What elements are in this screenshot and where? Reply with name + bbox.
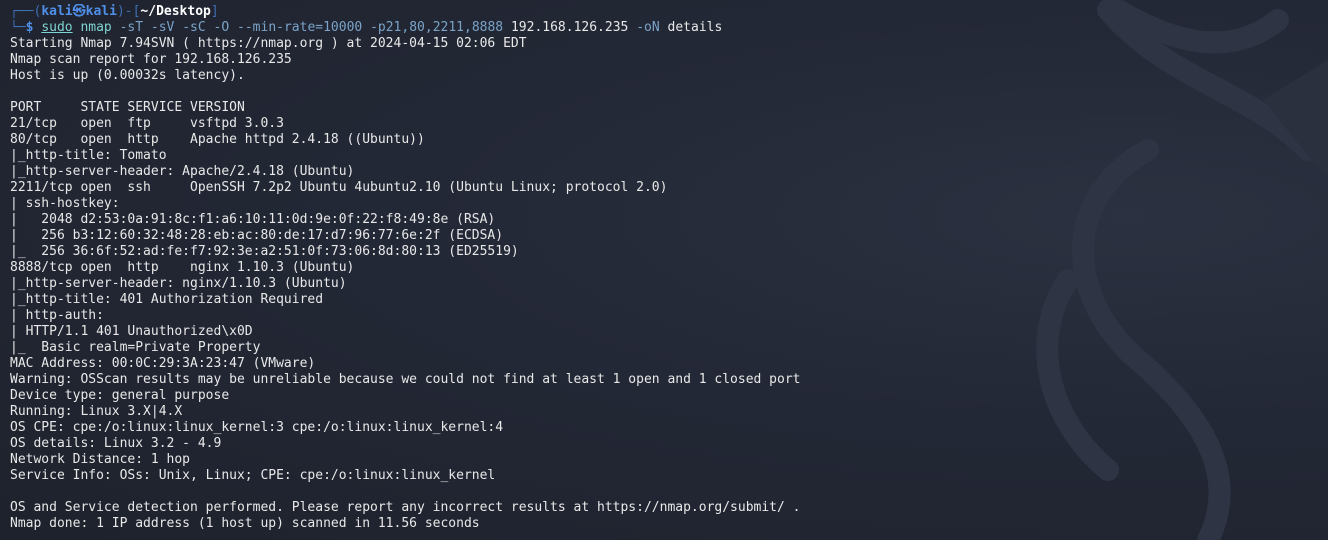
- output-line: |_ Basic realm=Private Property: [10, 340, 261, 355]
- output-line: | 256 b3:12:60:32:48:28:eb:ac:80:de:17:d…: [10, 228, 504, 243]
- prompt-frame-mid: )-[: [116, 4, 141, 19]
- command-option: -sC: [182, 20, 206, 35]
- output-line: 2211/tcp open ssh OpenSSH 7.2p2 Ubuntu 4…: [10, 180, 668, 195]
- output-line: | http-auth:: [10, 308, 112, 323]
- output-line: OS details: Linux 3.2 - 4.9: [10, 436, 222, 451]
- output-line: |_http-server-header: Apache/2.4.18 (Ubu…: [10, 164, 355, 179]
- command-option: -oN: [636, 20, 660, 35]
- output-line: |_http-title: 401 Authorization Required: [10, 292, 324, 307]
- output-line: | 2048 d2:53:0a:91:8c:f1:a6:10:11:0d:9e:…: [10, 212, 496, 227]
- command-option: -sT: [119, 20, 144, 35]
- terminal-content: ┌──(kali㉿kali)-[~/Desktop] └─$ sudo nmap…: [10, 4, 1318, 532]
- output-line: 80/tcp open http Apache httpd 2.4.18 ((U…: [10, 132, 425, 147]
- output-line: Network Distance: 1 hop: [10, 452, 191, 467]
- command-program: nmap: [80, 20, 112, 35]
- output-line: Warning: OSScan results may be unreliabl…: [10, 372, 801, 387]
- terminal-window[interactable]: ┌──(kali㉿kali)-[~/Desktop] └─$ sudo nmap…: [0, 0, 1328, 540]
- output-line: PORT STATE SERVICE VERSION: [10, 100, 245, 115]
- command-option: -p21,80,2211,8888: [370, 20, 504, 35]
- output-line: OS CPE: cpe:/o:linux:linux_kernel:3 cpe:…: [10, 420, 504, 435]
- prompt-frame-bottom: └─: [10, 20, 26, 35]
- output-line: 21/tcp open ftp vsftpd 3.0.3: [10, 116, 284, 131]
- output-line: OS and Service detection performed. Plea…: [10, 500, 801, 515]
- output-line: |_ 256 36:6f:52:ad:fe:f7:92:3e:a2:51:0f:…: [10, 244, 519, 259]
- command-sudo: sudo: [41, 20, 73, 35]
- prompt-frame-right: ]: [210, 4, 219, 19]
- output-line: Service Info: OSs: Unix, Linux; CPE: cpe…: [10, 468, 496, 483]
- output-line: Nmap done: 1 IP address (1 host up) scan…: [10, 516, 480, 531]
- output-line: Host is up (0.00032s latency).: [10, 68, 245, 83]
- command-option: -sV: [150, 20, 175, 35]
- output-line: | HTTP/1.1 401 Unauthorized\x0D: [10, 324, 253, 339]
- command-line: └─$ sudo nmap -sT -sV -sC -O --min-rate=…: [10, 20, 1318, 36]
- output-line: Running: Linux 3.X|4.X: [10, 404, 183, 419]
- output-line: Device type: general purpose: [10, 388, 230, 403]
- command-outfile: details: [667, 20, 723, 35]
- command-target: 192.168.126.235: [510, 20, 629, 35]
- output-line: Starting Nmap 7.94SVN ( https://nmap.org…: [10, 36, 527, 51]
- output-line: 8888/tcp open http nginx 1.10.3 (Ubuntu): [10, 260, 355, 275]
- output-line: | ssh-hostkey:: [10, 196, 128, 211]
- output-line: MAC Address: 00:0C:29:3A:23:47 (VMware): [10, 356, 316, 371]
- output-line: Nmap scan report for 192.168.126.235: [10, 52, 292, 67]
- output-line: |_http-title: Tomato: [10, 148, 167, 163]
- output-line: |_http-server-header: nginx/1.10.3 (Ubun…: [10, 276, 347, 291]
- command-option: -O: [213, 20, 230, 35]
- command-option: --min-rate=10000: [237, 20, 363, 35]
- prompt-user-host: kali㉿kali: [41, 4, 117, 19]
- prompt-path: ~/Desktop: [140, 4, 211, 19]
- prompt-dollar: $: [25, 20, 34, 35]
- prompt-frame-left: ┌──(: [10, 4, 42, 19]
- prompt-line-top: ┌──(kali㉿kali)-[~/Desktop]: [10, 4, 1318, 20]
